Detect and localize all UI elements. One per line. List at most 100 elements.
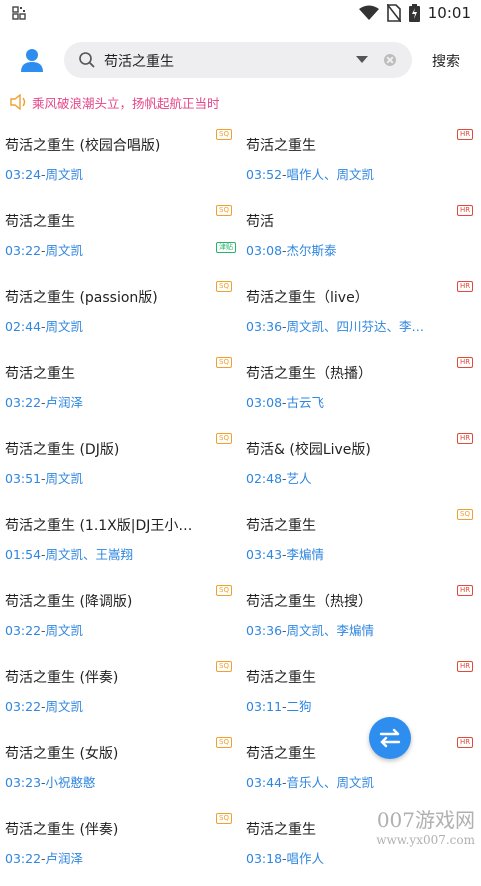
- song-item[interactable]: 苟活之重生（live） 03:36-周文凯、四川芬达、李… HR: [241, 278, 481, 354]
- song-duration: 03:08: [246, 243, 283, 258]
- wifi-icon: [358, 5, 379, 20]
- song-artist: 小祝憨憨: [45, 775, 96, 790]
- song-artist: 唱作人、周文凯: [286, 167, 375, 182]
- song-meta: 03:22-周文凯: [5, 240, 83, 259]
- song-artist: 音乐人、周文凯: [286, 775, 375, 790]
- song-meta: 03:43-李煸情: [246, 544, 324, 563]
- song-meta: 03:44-音乐人、周文凯: [246, 772, 374, 791]
- song-artist: 周文凯、李煸情: [286, 623, 375, 638]
- search-input[interactable]: 苟活之重生: [64, 42, 412, 78]
- song-duration: 03:22: [5, 395, 42, 410]
- song-item[interactable]: 苟活之重生 03:22-周文凯 SQ 津贴: [0, 202, 240, 278]
- quality-badge: SQ: [457, 509, 473, 520]
- clock: 10:01: [427, 4, 471, 22]
- status-bar: 10:01: [0, 0, 481, 26]
- song-artist: 艺人: [286, 471, 312, 486]
- song-duration: 03:18: [246, 851, 283, 866]
- song-item[interactable]: 苟活之重生 03:22-卢润泽 SQ: [0, 354, 240, 430]
- song-title: 苟活之重生 (DJ版): [5, 442, 120, 458]
- quality-badge: HR: [457, 433, 474, 444]
- quality-badge: SQ: [216, 281, 232, 292]
- song-title: 苟活之重生: [246, 822, 316, 838]
- song-item[interactable]: 苟活之重生 03:52-唱作人、周文凯 HR: [241, 126, 481, 202]
- song-title: 苟活之重生: [246, 670, 316, 686]
- song-title: 苟活之重生: [5, 366, 75, 382]
- quality-badge: SQ: [216, 205, 232, 216]
- song-title: 苟活& (校园Live版): [246, 442, 371, 458]
- song-item[interactable]: 苟活之重生（热搜） 03:36-周文凯、李煸情 HR: [241, 582, 481, 658]
- quality-badge: SQ: [216, 433, 232, 444]
- user-avatar-icon[interactable]: [18, 46, 46, 74]
- song-title: 苟活之重生: [246, 746, 316, 762]
- notice-bar: 乘风破浪潮头立，扬帆起航正当时: [10, 92, 220, 112]
- quality-badge: SQ: [216, 585, 232, 596]
- song-item[interactable]: 苟活之重生 03:43-李煸情 SQ: [241, 506, 481, 582]
- song-artist: 古云飞: [286, 395, 325, 410]
- song-duration: 03:08: [246, 395, 283, 410]
- song-meta: 03:08-古云飞: [246, 392, 324, 411]
- song-artist: 李煸情: [286, 547, 325, 562]
- song-meta: 03:23-小祝憨憨: [5, 772, 96, 791]
- song-duration: 02:44: [5, 319, 42, 334]
- song-meta: 03:36-周文凯、四川芬达、李…: [246, 316, 424, 335]
- song-title: 苟活之重生 (降调版): [5, 594, 133, 610]
- song-meta: 03:24-周文凯: [5, 164, 83, 183]
- switch-button[interactable]: [369, 717, 411, 759]
- song-artist: 卢润泽: [45, 851, 84, 866]
- song-title: 苟活之重生 (1.1X版|DJ王小…: [5, 518, 193, 534]
- quality-badge: HR: [457, 737, 474, 748]
- quality-badge: HR: [457, 129, 474, 140]
- song-meta: 03:36-周文凯、李煸情: [246, 620, 374, 639]
- song-artist: 周文凯、四川芬达、李…: [286, 319, 425, 334]
- song-title: 苟活之重生（热播）: [246, 366, 372, 382]
- song-item[interactable]: 苟活之重生 03:11-二狗 HR: [241, 658, 481, 734]
- song-duration: 01:54: [5, 547, 42, 562]
- song-item[interactable]: 苟活之重生（热播） 03:08-古云飞 HR: [241, 354, 481, 430]
- song-item[interactable]: 苟活之重生 (女版) 03:23-小祝憨憨 SQ: [0, 734, 240, 810]
- quality-badge: HR: [457, 205, 474, 216]
- swap-arrows-icon: [379, 728, 401, 748]
- song-meta: 03:22-卢润泽: [5, 392, 83, 411]
- song-item[interactable]: 苟活之重生 (校园合唱版) 03:24-周文凯 SQ: [0, 126, 240, 202]
- song-artist: 周文凯: [45, 623, 84, 638]
- song-item[interactable]: 苟活& (校园Live版) 02:48-艺人 HR: [241, 430, 481, 506]
- song-title: 苟活之重生 (passion版): [5, 290, 158, 306]
- song-duration: 03:43: [246, 547, 283, 562]
- song-item[interactable]: 苟活之重生 (passion版) 02:44-周文凯 SQ: [0, 278, 240, 354]
- song-item[interactable]: 苟活之重生 (降调版) 03:22-周文凯 SQ: [0, 582, 240, 658]
- song-artist: 周文凯: [45, 699, 84, 714]
- song-duration: 03:51: [5, 471, 42, 486]
- search-button[interactable]: 搜索: [432, 51, 460, 71]
- song-duration: 03:22: [5, 623, 42, 638]
- song-duration: 03:22: [5, 699, 42, 714]
- quality-badge: HR: [457, 357, 474, 368]
- song-item[interactable]: 苟活 03:08-杰尔斯泰 HR: [241, 202, 481, 278]
- dropdown-arrow-icon[interactable]: [356, 56, 368, 63]
- watermark: 007游戏网 www.yx007.com: [376, 804, 475, 847]
- song-meta: 03:22-周文凯: [5, 696, 83, 715]
- song-artist: 周文凯、王嵩翔: [45, 547, 134, 562]
- song-title: 苟活之重生 (伴奏): [5, 822, 119, 838]
- song-item[interactable]: 苟活之重生 (1.1X版|DJ王小… 01:54-周文凯、王嵩翔: [0, 506, 240, 582]
- song-title: 苟活: [246, 214, 274, 230]
- speaker-icon: [10, 94, 26, 110]
- song-item[interactable]: 苟活之重生 (伴奏) 03:22-卢润泽 SQ: [0, 810, 240, 886]
- song-item[interactable]: 苟活之重生 (DJ版) 03:51-周文凯 SQ: [0, 430, 240, 506]
- clear-icon[interactable]: [384, 54, 396, 66]
- song-meta: 03:51-周文凯: [5, 468, 83, 487]
- song-item[interactable]: 苟活之重生 (伴奏) 03:22-周文凯 SQ: [0, 658, 240, 734]
- song-title: 苟活之重生: [5, 214, 75, 230]
- song-title: 苟活之重生（热搜）: [246, 594, 372, 610]
- quality-badge: SQ: [216, 129, 232, 140]
- song-meta: 03:52-唱作人、周文凯: [246, 164, 374, 183]
- song-artist: 杰尔斯泰: [286, 243, 337, 258]
- tag-badge: 津贴: [216, 242, 236, 253]
- song-meta: 03:22-卢润泽: [5, 848, 83, 867]
- song-artist: 周文凯: [45, 243, 84, 258]
- search-query: 苟活之重生: [104, 54, 174, 70]
- song-item[interactable]: 苟活之重生 03:44-音乐人、周文凯 HR: [241, 734, 481, 810]
- quality-badge: SQ: [216, 357, 232, 368]
- song-artist: 周文凯: [45, 167, 84, 182]
- song-duration: 02:48: [246, 471, 283, 486]
- song-artist: 唱作人: [286, 851, 325, 866]
